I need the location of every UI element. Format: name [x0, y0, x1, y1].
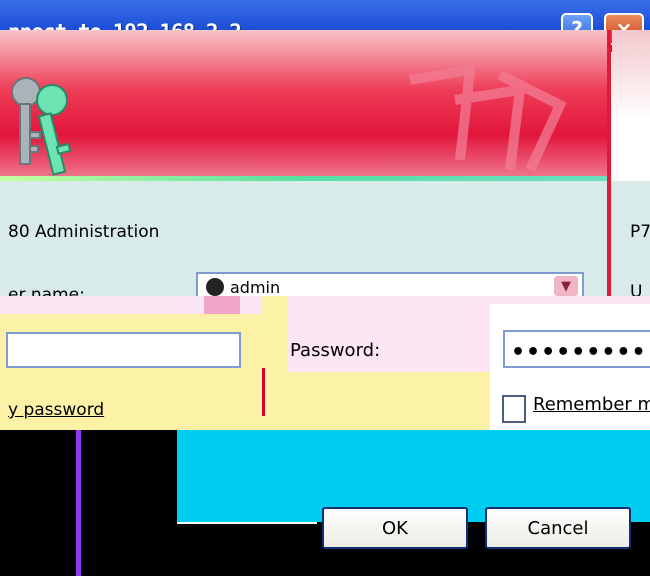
corruption-block	[204, 296, 240, 314]
server-description-right: P7	[630, 222, 650, 242]
banner-right-edge	[612, 30, 650, 180]
chevron-down-icon[interactable]: ▼	[554, 276, 578, 296]
ok-button[interactable]: OK	[322, 507, 468, 549]
keys-icon	[11, 77, 72, 176]
header-banner	[0, 30, 608, 180]
forgot-password-link[interactable]: y password	[8, 400, 104, 420]
corruption-line	[177, 522, 317, 524]
remember-label: Remember m	[533, 394, 650, 415]
username-input[interactable]	[6, 332, 241, 368]
server-description: 80 Administration	[8, 222, 160, 242]
user-avatar-icon	[206, 278, 224, 296]
password-label: Password:	[290, 340, 381, 361]
corruption-line	[262, 368, 265, 416]
corruption-block	[262, 296, 288, 430]
corruption-block	[288, 372, 508, 430]
password-input[interactable]: •••••••••	[503, 330, 650, 368]
remember-checkbox[interactable]	[502, 395, 526, 423]
username-value: admin	[230, 278, 281, 297]
cancel-button[interactable]: Cancel	[485, 507, 631, 549]
password-value: •••••••••	[511, 340, 647, 365]
corruption-line	[76, 430, 81, 576]
banner-watermark-logo	[409, 63, 567, 173]
